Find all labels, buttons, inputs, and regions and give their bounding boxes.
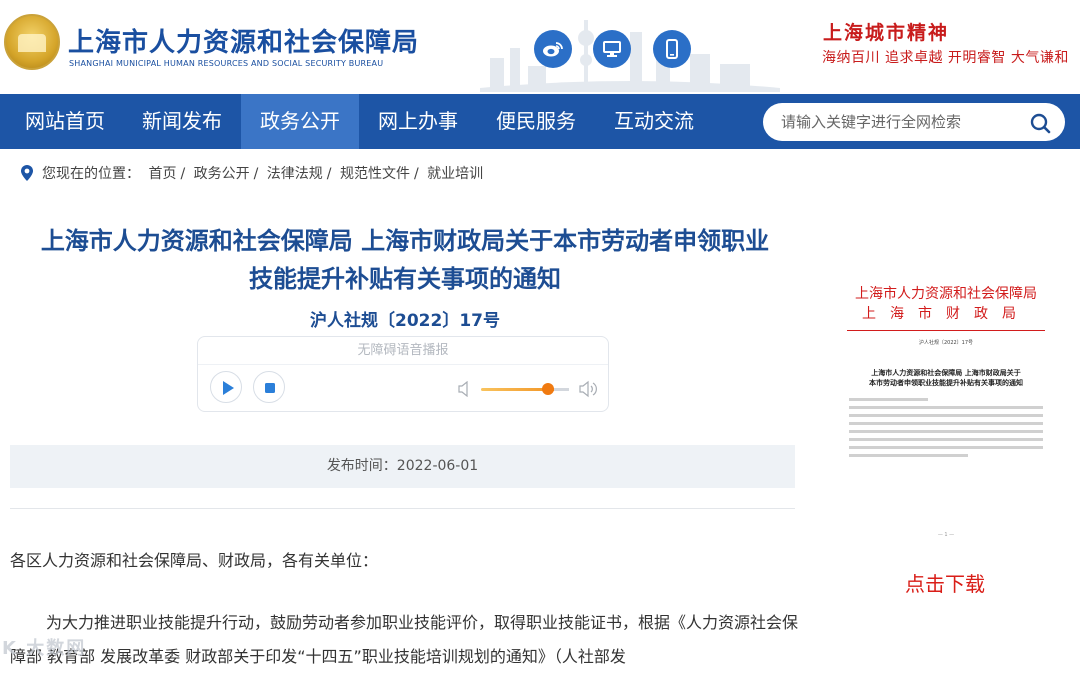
document-number: 沪人社规〔2022〕17号 bbox=[310, 311, 500, 331]
breadcrumb-normative-docs[interactable]: 规范性文件 bbox=[340, 166, 410, 182]
preview-body-lines bbox=[847, 398, 1045, 457]
search-input[interactable] bbox=[781, 111, 1021, 133]
download-link[interactable]: 点击下载 bbox=[845, 568, 1045, 597]
city-spirit-motto: 海纳百川 追求卓越 开明睿智 大气谦和 bbox=[822, 50, 1069, 66]
preview-red-rule bbox=[847, 330, 1045, 331]
nav-item-online-services[interactable]: 网上办事 bbox=[363, 94, 473, 149]
article-salutation: 各区人力资源和社会保障局、财政局，各有关单位： bbox=[10, 551, 379, 570]
preview-title-line1: 上海市人力资源和社会保障局 上海市财政局关于 bbox=[871, 369, 1021, 377]
volume-slider-handle[interactable] bbox=[542, 383, 554, 395]
breadcrumb-gov-affairs[interactable]: 政务公开 bbox=[194, 166, 250, 182]
article-title-line1: 上海市人力资源和社会保障局 上海市财政局关于本市劳动者申领职业 bbox=[40, 227, 770, 255]
weibo-icon[interactable] bbox=[534, 30, 572, 68]
document-preview-thumbnail[interactable]: 上海市人力资源和社会保障局 上海市财政局 沪人社规〔2022〕17号 上海市人力… bbox=[847, 282, 1045, 544]
breadcrumb-prefix: 您现在的位置： bbox=[42, 166, 140, 182]
nav-item-gov-affairs[interactable]: 政务公开 bbox=[241, 94, 359, 149]
search-icon[interactable] bbox=[1029, 112, 1051, 134]
watermark-logo: K 大数网 bbox=[2, 638, 87, 659]
search-box bbox=[763, 103, 1065, 141]
accessibility-audio-player: 无障碍语音播报 bbox=[197, 336, 609, 412]
publish-time: 发布时间：2022-06-01 bbox=[326, 458, 479, 474]
site-title[interactable]: 上海市人力资源和社会保障局 bbox=[68, 22, 419, 59]
play-icon bbox=[223, 381, 234, 395]
preview-issuer-1: 上海市人力资源和社会保障局 bbox=[855, 286, 1037, 302]
nav-item-interaction[interactable]: 互动交流 bbox=[599, 94, 709, 149]
audio-player-label: 无障碍语音播报 bbox=[198, 337, 608, 365]
volume-high-icon bbox=[579, 380, 597, 398]
publish-time-bar: 发布时间：2022-06-01 bbox=[10, 445, 795, 488]
content-divider bbox=[10, 508, 795, 509]
breadcrumb-separator: / bbox=[253, 166, 259, 182]
bureau-logo[interactable] bbox=[4, 14, 60, 70]
preview-doc-number: 沪人社规〔2022〕17号 bbox=[918, 340, 974, 346]
volume-low-icon bbox=[458, 381, 468, 397]
breadcrumb: 您现在的位置： 首页 / 政务公开 / 法律法规 / 规范性文件 / 就业培训 bbox=[42, 163, 487, 183]
mobile-icon[interactable] bbox=[653, 30, 691, 68]
preview-page-number: — 1 — bbox=[937, 532, 955, 538]
desktop-icon[interactable] bbox=[593, 30, 631, 68]
main-nav: 网站首页 新闻发布 政务公开 网上办事 便民服务 互动交流 bbox=[0, 94, 1080, 149]
stop-button[interactable] bbox=[253, 371, 285, 403]
nav-item-public-services[interactable]: 便民服务 bbox=[481, 94, 591, 149]
volume-slider-remaining bbox=[554, 388, 569, 391]
breadcrumb-separator: / bbox=[326, 166, 332, 182]
breadcrumb-separator: / bbox=[180, 166, 186, 182]
site-subtitle: SHANGHAI MUNICIPAL HUMAN RESOURCES AND S… bbox=[69, 59, 384, 68]
article-title-line2: 技能提升补贴有关事项的通知 bbox=[249, 265, 561, 293]
city-spirit-title: 上海城市精神 bbox=[823, 22, 950, 44]
preview-issuer-2: 上海市财政局 bbox=[862, 306, 1030, 322]
breadcrumb-home[interactable]: 首页 bbox=[148, 166, 176, 182]
preview-title-line2: 本市劳动者申领职业技能提升补贴有关事项的通知 bbox=[869, 379, 1023, 387]
site-header: 上海市人力资源和社会保障局 SHANGHAI MUNICIPAL HUMAN R… bbox=[0, 0, 1080, 94]
play-button[interactable] bbox=[210, 371, 242, 403]
stop-icon bbox=[265, 383, 275, 393]
breadcrumb-laws[interactable]: 法律法规 bbox=[267, 166, 323, 182]
location-pin-icon bbox=[21, 165, 33, 181]
nav-item-home[interactable]: 网站首页 bbox=[10, 94, 120, 149]
nav-item-news[interactable]: 新闻发布 bbox=[127, 94, 237, 149]
article-title: 上海市人力资源和社会保障局 上海市财政局关于本市劳动者申领职业 技能提升补贴有关… bbox=[10, 222, 800, 298]
breadcrumb-separator: / bbox=[413, 166, 419, 182]
breadcrumb-employment-training[interactable]: 就业培训 bbox=[427, 166, 483, 182]
article-body-paragraph: 为大力推进职业技能提升行动，鼓励劳动者参加职业技能评价，取得职业技能证书，根据《… bbox=[10, 613, 799, 666]
